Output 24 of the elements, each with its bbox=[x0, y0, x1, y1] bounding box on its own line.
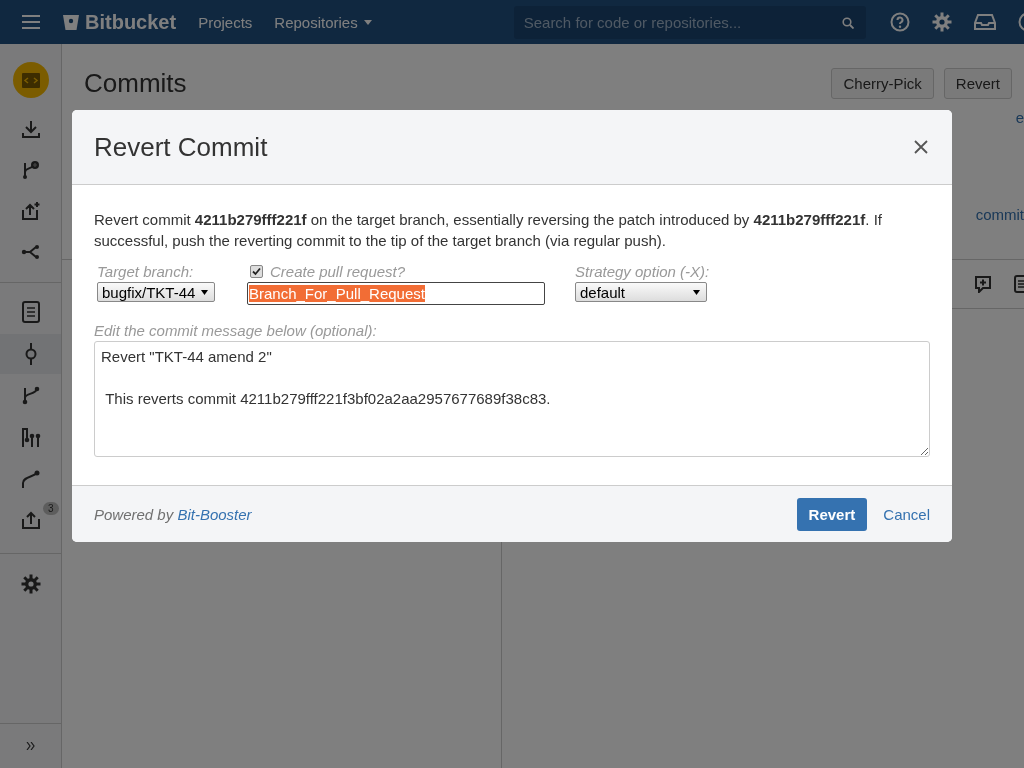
nav-link[interactable]: Projects bbox=[198, 13, 253, 31]
powered-by-text: Powered by Bit-Booster bbox=[94, 505, 252, 523]
field-label: Edit the commit message below (optional): bbox=[94, 322, 378, 339]
bit-booster-link[interactable]: Bit-Booster bbox=[177, 505, 252, 523]
commit-message-field[interactable]: Revert "TKT-44 amend 2" This reverts commit 4211b279fff221f3bf02a2aa2957677689f38c83. bbox=[94, 341, 930, 457]
dialog-title: Revert Commit bbox=[94, 131, 268, 163]
nav-link[interactable]: Repositories bbox=[274, 13, 372, 31]
search-field[interactable]: Search for code or repositories... bbox=[513, 5, 866, 39]
field-label: Strategy option (-X): bbox=[575, 263, 710, 280]
link-text[interactable]: commit bbox=[975, 206, 1024, 223]
brand-name[interactable]: Bitbucket bbox=[85, 10, 177, 34]
toolbar-button[interactable]: Revert bbox=[943, 68, 1012, 99]
page-title: Commits bbox=[84, 68, 187, 99]
count-badge: 3 bbox=[42, 502, 59, 515]
link-text[interactable]: e bbox=[1015, 109, 1024, 126]
revert-button[interactable]: Revert bbox=[796, 497, 868, 531]
branch-name-field[interactable]: Branch_For_Pull_Request bbox=[247, 282, 545, 305]
strategy-select[interactable]: default bbox=[575, 282, 707, 302]
cancel-link[interactable]: Cancel bbox=[883, 505, 930, 523]
toolbar-button[interactable]: Cherry-Pick bbox=[831, 68, 934, 99]
description-text: Revert commit 4211b279fff221f on the target branch, essentially reversing the patch introduced by 4211b279fff221f. If successful, push the reverting commit to the tip of the target branch (via regular push). bbox=[94, 210, 883, 251]
field-label: Target branch: bbox=[97, 263, 195, 280]
branch-select[interactable]: bugfix/TKT-44 bbox=[97, 282, 215, 302]
field-label: Create pull request? bbox=[270, 263, 406, 280]
